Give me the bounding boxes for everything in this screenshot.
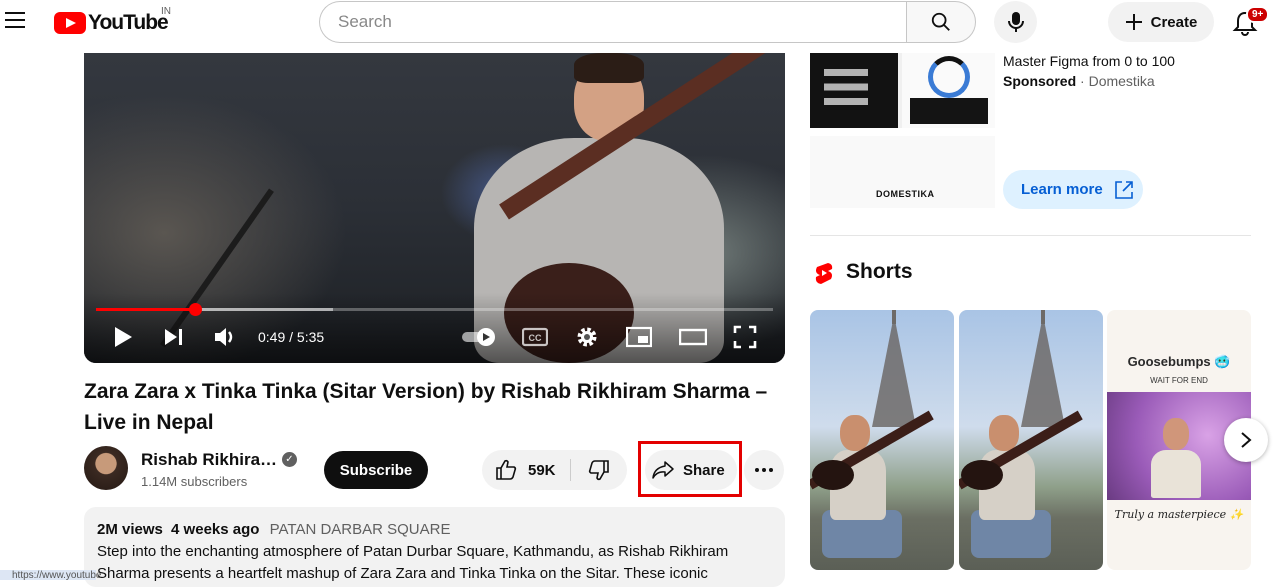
short-overlay-subtitle: WAIT FOR END — [1150, 376, 1208, 385]
view-count: 2M views — [97, 521, 163, 538]
progress-bar[interactable] — [96, 303, 773, 316]
learn-more-button[interactable]: Learn more — [1003, 170, 1143, 209]
eiffel-tower-tip — [892, 310, 896, 324]
progress-played — [96, 308, 195, 311]
eiffel-tower — [872, 315, 916, 427]
play-button[interactable] — [112, 324, 134, 350]
volume-icon — [215, 328, 233, 346]
country-code: IN — [161, 6, 171, 17]
more-dot — [762, 468, 766, 472]
search-button[interactable] — [906, 1, 976, 43]
location-tag[interactable]: PATAN DARBAR SQUARE — [270, 521, 451, 538]
channel-avatar[interactable] — [84, 446, 128, 490]
description-line: Sharma presents a heartfelt mashup of Za… — [97, 565, 708, 582]
like-dislike-group: 59K — [482, 450, 627, 490]
short-overlay-caption: Truly a masterpiece ✨ — [1114, 508, 1244, 521]
more-actions-button[interactable] — [744, 450, 784, 490]
performer-head — [1163, 418, 1189, 450]
chevron-right-icon — [1241, 432, 1252, 448]
mute-button[interactable] — [213, 324, 239, 350]
performer-body — [1151, 450, 1201, 498]
svg-text:CC: CC — [529, 333, 542, 343]
short-card[interactable] — [810, 310, 954, 570]
theater-mode-button[interactable] — [679, 324, 707, 350]
learn-more-label: Learn more — [1021, 181, 1103, 198]
performer-hair — [574, 53, 644, 83]
more-dot — [769, 468, 773, 472]
fullscreen-button[interactable] — [733, 324, 757, 350]
create-button[interactable]: Create — [1108, 2, 1214, 42]
channel-name[interactable]: Rishab Rikhira… — [141, 450, 277, 470]
voice-search-button[interactable] — [994, 1, 1037, 43]
like-button[interactable]: 59K — [482, 450, 570, 490]
status-bar-url: https://www.youtube — [0, 570, 102, 581]
miniplayer-button[interactable] — [626, 324, 652, 350]
miniplayer-icon — [626, 326, 652, 348]
external-link-icon — [1114, 180, 1133, 199]
next-button[interactable] — [163, 324, 185, 350]
autoplay-toggle[interactable] — [460, 324, 498, 350]
ad-panel — [910, 98, 988, 124]
sitar-body — [961, 460, 1003, 490]
search-placeholder: Search — [338, 12, 392, 31]
description-meta: 2M views 4 weeks ago PATAN DARBAR SQUARE — [97, 520, 772, 540]
verified-badge-icon: ✓ — [282, 452, 297, 467]
short-card[interactable] — [959, 310, 1103, 570]
shorts-next-button[interactable] — [1224, 418, 1268, 462]
thumbs-up-icon — [496, 459, 517, 480]
plus-icon — [1125, 14, 1142, 30]
menu-icon[interactable] — [5, 12, 25, 30]
settings-button[interactable] — [575, 324, 599, 350]
progress-scrubber[interactable] — [188, 303, 202, 316]
gear-icon — [577, 327, 597, 347]
eiffel-tower-tip — [1041, 310, 1045, 324]
ad-sponsor-line: Sponsored · Domestika — [1003, 73, 1155, 89]
shorts-heading: Shorts — [846, 260, 913, 283]
next-icon — [165, 329, 182, 345]
play-icon — [115, 327, 132, 347]
separator-dot: · — [1080, 73, 1089, 89]
subscribe-button[interactable]: Subscribe — [324, 451, 428, 489]
ad-advertiser: Domestika — [1088, 73, 1155, 89]
more-dot — [755, 468, 759, 472]
ad-graphic — [928, 56, 970, 98]
dislike-button[interactable] — [571, 450, 627, 490]
description-line: Step into the enchanting atmosphere of P… — [97, 543, 729, 560]
subscriber-count: 1.14M subscribers — [141, 474, 248, 489]
like-count: 59K — [528, 461, 556, 479]
masthead: YouTube IN Search Create 9+ — [0, 0, 1280, 46]
ad-brand-logo: DOMESTIKA — [876, 189, 935, 199]
autoplay-toggle-icon — [462, 328, 495, 346]
captions-icon: CC — [522, 327, 548, 347]
description-box[interactable]: 2M views 4 weeks ago PATAN DARBAR SQUARE… — [84, 507, 785, 587]
performer-head — [989, 415, 1019, 451]
performer-head — [840, 415, 870, 451]
youtube-logo[interactable]: YouTube — [54, 11, 169, 35]
youtube-play-icon — [54, 12, 86, 34]
time-display: 0:49 / 5:35 — [258, 329, 325, 345]
share-highlight-box — [638, 441, 742, 497]
ad-thumbnail[interactable] — [810, 53, 995, 128]
sponsored-label: Sponsored — [1003, 73, 1077, 89]
notification-count-badge: 9+ — [1246, 6, 1270, 23]
ad-panel — [810, 53, 898, 128]
create-label: Create — [1150, 13, 1198, 31]
thumbs-down-icon — [588, 460, 609, 481]
eiffel-tower — [1021, 315, 1065, 427]
upload-age: 4 weeks ago — [171, 521, 260, 538]
logo-text: YouTube — [88, 11, 169, 34]
theater-mode-icon — [679, 328, 707, 346]
ad-title[interactable]: Master Figma from 0 to 100 — [1003, 53, 1175, 69]
short-overlay-title: Goosebumps 🥶 — [1127, 354, 1231, 369]
search-input[interactable]: Search — [319, 1, 907, 43]
search-icon — [931, 12, 950, 31]
microphone-icon — [1007, 12, 1024, 32]
video-title: Zara Zara x Tinka Tinka (Sitar Version) … — [84, 380, 768, 434]
section-divider — [810, 235, 1251, 236]
shorts-icon — [815, 263, 833, 284]
sitar-body — [812, 460, 854, 490]
video-player[interactable]: 0:49 / 5:35 CC — [84, 53, 785, 363]
fullscreen-icon — [733, 325, 757, 349]
captions-button[interactable]: CC — [522, 324, 548, 350]
